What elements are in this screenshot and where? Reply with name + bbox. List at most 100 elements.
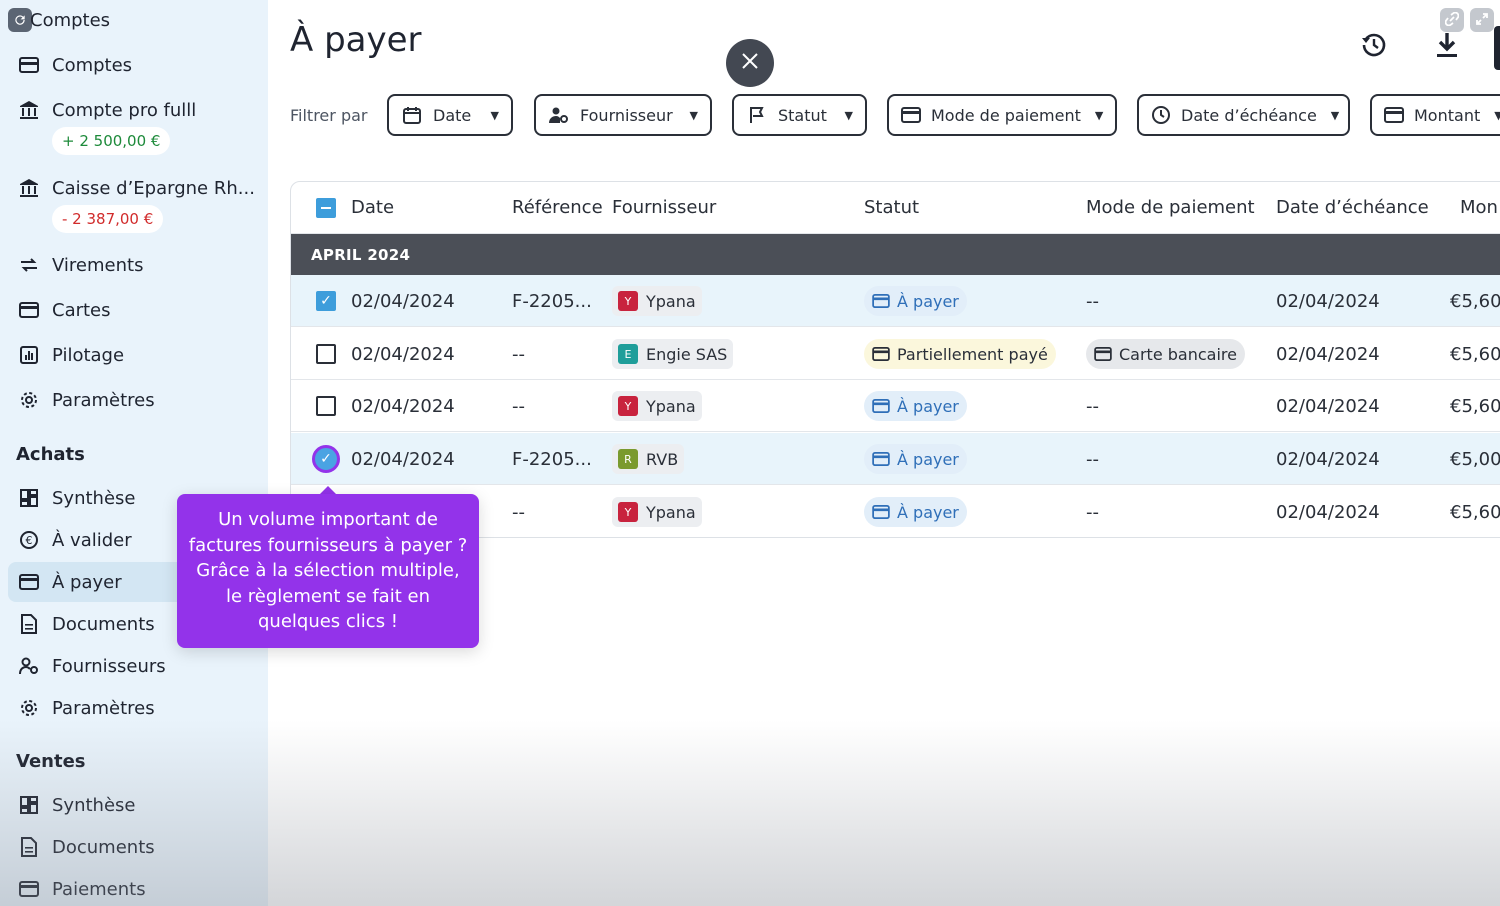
history-button[interactable] bbox=[1359, 32, 1389, 62]
caret-down-icon: ▼ bbox=[844, 108, 853, 122]
table-row[interactable]: 02/04/2024 -- E Engie SAS Partiellement p… bbox=[291, 328, 1500, 380]
filter-label-text: Montant bbox=[1414, 105, 1481, 125]
flag-icon bbox=[746, 104, 768, 126]
onboarding-tooltip[interactable]: Un volume important de factures fourniss… bbox=[177, 494, 479, 648]
sidebar-item-comptes[interactable]: Comptes bbox=[8, 45, 264, 85]
supplier-icon bbox=[548, 104, 570, 126]
column-header-montant[interactable]: Mon bbox=[1460, 197, 1498, 218]
filter-date[interactable]: Date ▼ bbox=[387, 94, 513, 136]
card-icon bbox=[18, 878, 40, 900]
wallet-icon bbox=[18, 54, 40, 76]
row-date: 02/04/2024 bbox=[351, 448, 455, 470]
supplier-name: Ypana bbox=[646, 291, 696, 311]
row-supplier[interactable]: R RVB bbox=[612, 433, 685, 485]
column-header-reference[interactable]: Référence bbox=[512, 197, 603, 218]
sidebar-item-label: Pilotage bbox=[52, 344, 125, 366]
filter-label: Filtrer par bbox=[290, 106, 368, 125]
sidebar-item-label: Comptes bbox=[52, 54, 133, 76]
card-icon bbox=[18, 571, 40, 593]
sidebar-item-achats-parametres[interactable]: Paramètres bbox=[8, 688, 264, 728]
row-checkbox[interactable] bbox=[316, 396, 336, 416]
link-button[interactable] bbox=[1440, 8, 1464, 32]
gear-icon bbox=[18, 697, 40, 719]
column-header-mode-paiement[interactable]: Mode de paiement bbox=[1086, 197, 1255, 218]
row-payment-mode: -- bbox=[1086, 290, 1099, 312]
row-due-date: 02/04/2024 bbox=[1276, 395, 1380, 417]
column-header-fournisseur[interactable]: Fournisseur bbox=[612, 197, 716, 218]
row-supplier[interactable]: Y Ypana bbox=[612, 275, 702, 327]
filter-mode-paiement[interactable]: Mode de paiement ▼ bbox=[887, 94, 1117, 136]
sidebar-item-ventes-documents[interactable]: Documents bbox=[8, 827, 264, 867]
row-date: 02/04/2024 bbox=[351, 343, 455, 365]
filter-fournisseur[interactable]: Fournisseur ▼ bbox=[534, 94, 712, 136]
row-checkbox[interactable]: ✓ bbox=[316, 291, 336, 311]
card-icon bbox=[901, 104, 921, 126]
card-icon bbox=[1094, 345, 1112, 363]
sidebar-item-achats-fournisseurs[interactable]: Fournisseurs bbox=[8, 646, 264, 686]
table-row[interactable]: 02/04/2024 -- Y Ypana À payer -- 02/04/20… bbox=[291, 380, 1500, 432]
row-status: À payer bbox=[864, 380, 967, 432]
row-checkbox[interactable]: ✓ bbox=[312, 445, 340, 473]
row-payment-mode: -- bbox=[1086, 501, 1099, 523]
close-button[interactable] bbox=[726, 39, 774, 87]
gear-icon bbox=[18, 389, 40, 411]
column-header-statut[interactable]: Statut bbox=[864, 197, 919, 218]
filter-montant[interactable]: Montant ▼ bbox=[1370, 94, 1500, 136]
download-icon bbox=[1435, 31, 1459, 63]
row-supplier[interactable]: Y Ypana bbox=[612, 486, 702, 537]
expand-icon bbox=[1475, 11, 1489, 30]
row-status: À payer bbox=[864, 275, 967, 327]
supplier-avatar: Y bbox=[618, 502, 638, 522]
sidebar-item-cartes[interactable]: Cartes bbox=[8, 290, 264, 330]
account-balance-badge: - 2 387,00 € bbox=[52, 205, 164, 233]
row-status: À payer bbox=[864, 433, 967, 485]
clock-icon bbox=[1151, 104, 1171, 126]
sidebar-item-virements[interactable]: Virements bbox=[8, 245, 264, 285]
row-due-date: 02/04/2024 bbox=[1276, 343, 1380, 365]
sidebar-item-parametres[interactable]: Paramètres bbox=[8, 380, 264, 420]
transfer-icon bbox=[18, 254, 40, 276]
filter-label-text: Statut bbox=[778, 105, 827, 125]
sidebar-item-compte-pro-fulll[interactable]: Compte pro fulll bbox=[8, 90, 264, 130]
row-amount: €5,600 bbox=[1450, 343, 1500, 365]
sidebar-item-label: Caisse d’Epargne Rh... bbox=[52, 177, 255, 199]
row-status: Partiellement payé bbox=[864, 328, 1056, 380]
filter-label-text: Fournisseur bbox=[580, 105, 673, 125]
column-header-date[interactable]: Date bbox=[351, 197, 394, 218]
caret-down-icon: ▼ bbox=[1330, 108, 1340, 122]
row-amount: €5,600 bbox=[1450, 290, 1500, 312]
row-date: 02/04/2024 bbox=[351, 290, 455, 312]
history-icon bbox=[1360, 31, 1388, 63]
select-all-checkbox[interactable] bbox=[316, 198, 336, 218]
group-header: APRIL 2024 bbox=[291, 234, 1500, 275]
row-amount: €5,600 bbox=[1450, 395, 1500, 417]
table-row[interactable]: ✓ 02/04/2024 F-2205... Y Ypana À payer --… bbox=[291, 275, 1500, 327]
row-supplier[interactable]: E Engie SAS bbox=[612, 328, 734, 380]
filter-statut[interactable]: Statut ▼ bbox=[732, 94, 867, 136]
card-icon bbox=[872, 503, 890, 521]
sidebar-item-ventes-paiements[interactable]: Paiements bbox=[8, 869, 264, 906]
column-header-date-echeance[interactable]: Date d’échéance bbox=[1276, 197, 1429, 218]
side-panel-handle[interactable] bbox=[1494, 26, 1500, 70]
download-button[interactable] bbox=[1432, 32, 1462, 62]
sidebar-item-pilotage[interactable]: Pilotage bbox=[8, 335, 264, 375]
caret-down-icon: ▼ bbox=[1494, 108, 1500, 122]
card-icon bbox=[872, 292, 890, 310]
account-balance-badge: + 2 500,00 € bbox=[52, 127, 171, 155]
row-reference: -- bbox=[512, 395, 525, 417]
sidebar-item-label: Compte pro fulll bbox=[52, 99, 197, 121]
sidebar-item-ventes-synthese[interactable]: Synthèse bbox=[8, 785, 264, 825]
sidebar-item-caisse-epargne[interactable]: Caisse d’Epargne Rh... bbox=[8, 168, 264, 208]
card-icon bbox=[872, 397, 890, 415]
table-row[interactable]: ✓ 02/04/2024 F-2205... R RVB À payer -- 0… bbox=[291, 433, 1500, 485]
expand-button[interactable] bbox=[1470, 8, 1494, 32]
sidebar-item-label: Synthèse bbox=[52, 487, 136, 509]
refresh-icon[interactable] bbox=[8, 8, 32, 32]
payment-mode-label: Carte bancaire bbox=[1119, 344, 1237, 364]
row-checkbox[interactable] bbox=[316, 344, 336, 364]
row-reference: -- bbox=[512, 343, 525, 365]
calendar-icon bbox=[401, 104, 423, 126]
row-payment-mode: Carte bancaire bbox=[1086, 328, 1245, 380]
row-supplier[interactable]: Y Ypana bbox=[612, 380, 702, 432]
filter-date-echeance[interactable]: Date d’échéance ▼ bbox=[1137, 94, 1350, 136]
